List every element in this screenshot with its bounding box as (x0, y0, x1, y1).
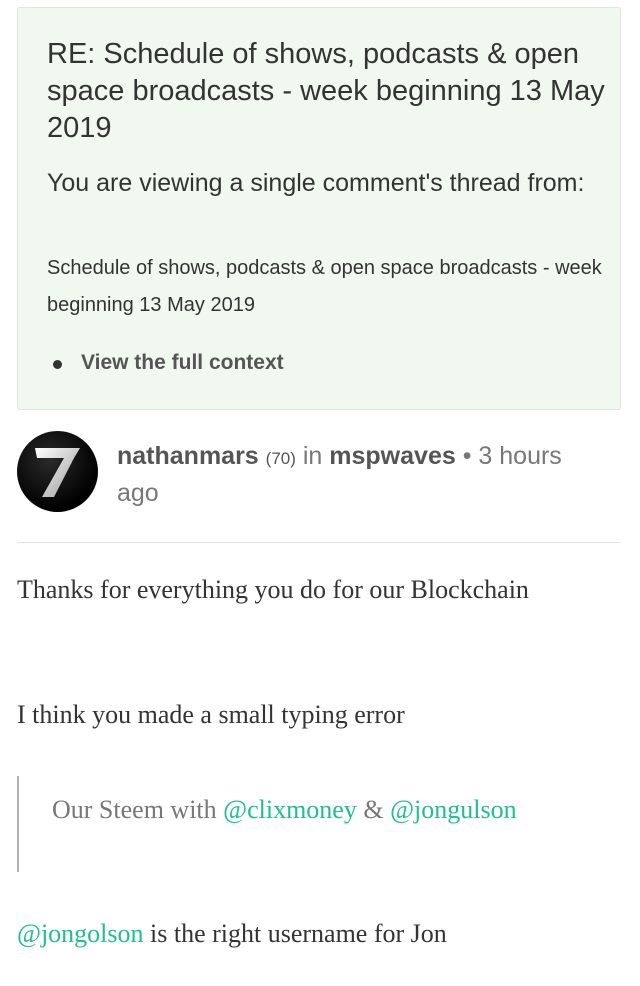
comment-paragraph: Thanks for everything you do for our Blo… (17, 575, 529, 604)
comment-context-panel: RE: Schedule of shows, podcasts & open s… (17, 7, 621, 410)
context-viewing-text: You are viewing a single comment's threa… (47, 169, 585, 197)
quote-text: Our Steem with (52, 795, 224, 824)
divider (17, 542, 621, 543)
author-name-link[interactable]: nathanmars (117, 442, 259, 470)
blockquote: Our Steem with @clixmoney & @jongulson (17, 776, 617, 872)
mention-link-jongolson[interactable]: @jongolson (17, 919, 144, 948)
in-label: in (302, 442, 323, 470)
mention-link-clixmoney[interactable]: @clixmoney (223, 795, 357, 824)
comment-paragraph: I think you made a small typing error (17, 700, 405, 729)
context-title: RE: Schedule of shows, podcasts & open s… (47, 38, 605, 144)
community-link[interactable]: mspwaves (329, 442, 455, 470)
full-context-row: View the full context (53, 351, 284, 375)
mention-link-jongulson[interactable]: @jongulson (390, 795, 517, 824)
reputation-badge: (70) (265, 449, 296, 468)
separator-dot: • (462, 442, 472, 470)
comment-paragraph: @jongolson is the right username for Jon (17, 914, 617, 954)
parent-post-title[interactable]: Schedule of shows, podcasts & open space… (47, 250, 607, 324)
avatar[interactable] (17, 431, 98, 512)
quote-ampersand: & (356, 795, 391, 824)
view-full-context-link[interactable]: View the full context (81, 351, 284, 375)
comment-text: is the right username for Jon (143, 919, 447, 948)
comment-meta: nathanmars (70) in mspwaves • 3 hours ag… (117, 439, 607, 511)
bullet-icon (53, 359, 62, 369)
avatar-seven-icon (35, 448, 80, 497)
